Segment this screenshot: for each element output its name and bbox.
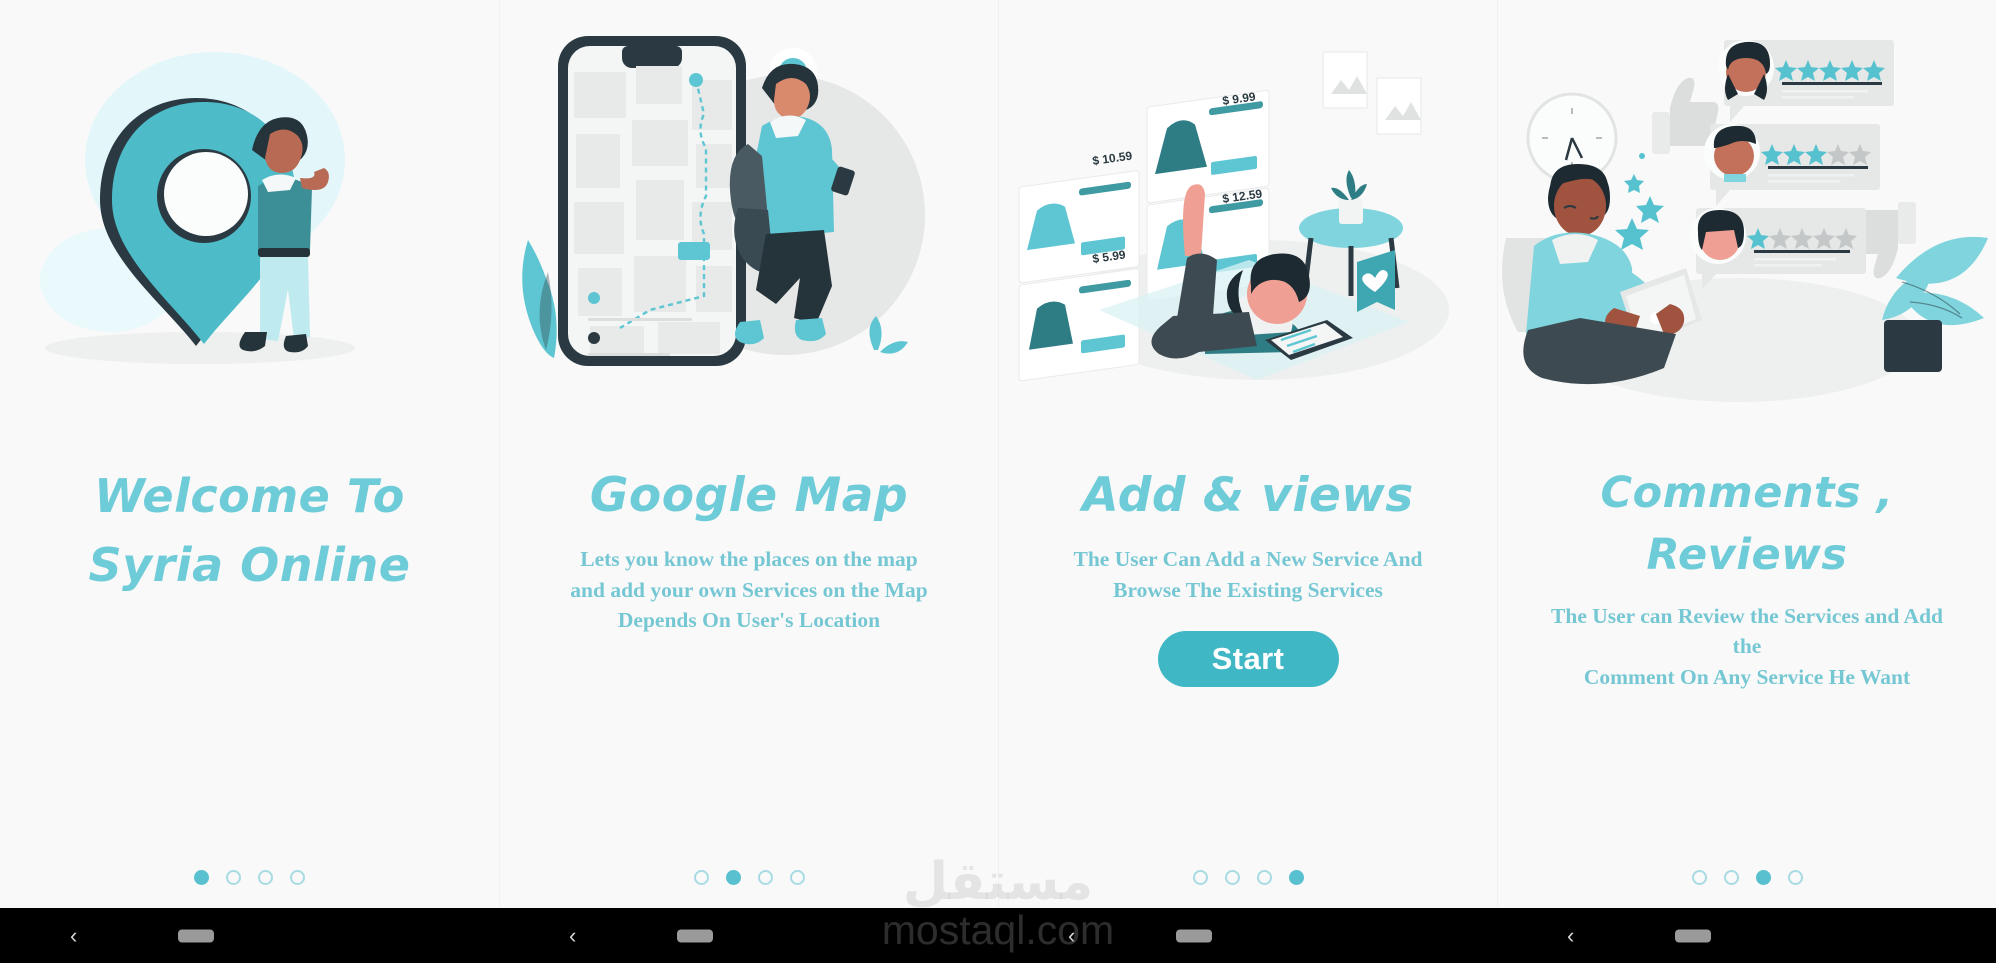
nav-cell-3: ‹ [998, 908, 1497, 963]
back-chevron-icon[interactable]: ‹ [1068, 924, 1075, 947]
page-dot-1[interactable] [693, 870, 709, 885]
panel-subtitle: The User Can Add a New Service And Brows… [1073, 547, 1423, 602]
page-dot-3[interactable] [757, 870, 773, 885]
page-indicator [1498, 870, 1996, 885]
onboarding-screens: Welcome To Syria Online Google Map Lets … [0, 0, 1996, 963]
back-chevron-icon[interactable]: ‹ [1567, 924, 1574, 947]
page-dot-2[interactable] [725, 870, 741, 885]
map-pin-person-illustration [0, 10, 499, 440]
page-dot-2[interactable] [226, 870, 241, 885]
page-indicator [500, 870, 998, 885]
panel-subtitle: Lets you know the places on the map and … [570, 547, 928, 633]
page-dot-3[interactable] [1755, 870, 1771, 885]
svg-text:$ 10.59: $ 10.59 [1091, 148, 1133, 167]
page-indicator [999, 870, 1497, 885]
phone-map-walking-person-illustration [500, 10, 998, 440]
home-pill-icon[interactable] [677, 929, 713, 942]
nav-cell-2: ‹ [499, 908, 998, 963]
page-dot-1[interactable] [194, 870, 209, 885]
panel-add-views: $ 10.59 $ 9.99 $ 12.59 $ 5.99 Add & view… [998, 0, 1497, 963]
start-button[interactable]: Start [1157, 631, 1339, 688]
home-pill-icon[interactable] [1176, 929, 1212, 942]
nav-cell-4: ‹ [1497, 908, 1996, 963]
page-dot-4[interactable] [1787, 870, 1803, 885]
panel-subtitle: The User can Review the Services and Add… [1551, 603, 1943, 689]
panel-comments-reviews: Comments , Reviews The User can Review t… [1497, 0, 1996, 963]
panel-google-map: Google Map Lets you know the places on t… [499, 0, 998, 963]
page-dot-4[interactable] [290, 870, 305, 885]
home-pill-icon[interactable] [1675, 929, 1711, 942]
home-pill-icon[interactable] [178, 929, 214, 942]
page-dot-4[interactable] [1288, 870, 1304, 885]
nav-cell-1: ‹ [0, 908, 499, 963]
back-chevron-icon[interactable]: ‹ [569, 924, 576, 947]
panel-welcome: Welcome To Syria Online [0, 0, 499, 963]
reviews-person-tablet-illustration [1498, 10, 1996, 440]
page-dot-1[interactable] [1192, 870, 1208, 885]
android-navigation-bar: ‹ ‹ ‹ ‹ [0, 908, 1996, 963]
page-dot-4[interactable] [789, 870, 805, 885]
page-dot-1[interactable] [1691, 870, 1707, 885]
panel-title: Add & views [1082, 468, 1414, 523]
back-chevron-icon[interactable]: ‹ [70, 924, 77, 947]
shopping-cards-person-illustration: $ 10.59 $ 9.99 $ 12.59 $ 5.99 [999, 10, 1497, 440]
panel-title: Comments , Reviews [1600, 468, 1894, 581]
page-dot-3[interactable] [258, 870, 273, 885]
page-indicator [0, 870, 499, 885]
panel-title: Google Map [589, 468, 909, 523]
panel-title: Welcome To Syria Online [88, 469, 411, 592]
page-dot-2[interactable] [1224, 870, 1240, 885]
page-dot-3[interactable] [1256, 870, 1272, 885]
page-dot-2[interactable] [1723, 870, 1739, 885]
